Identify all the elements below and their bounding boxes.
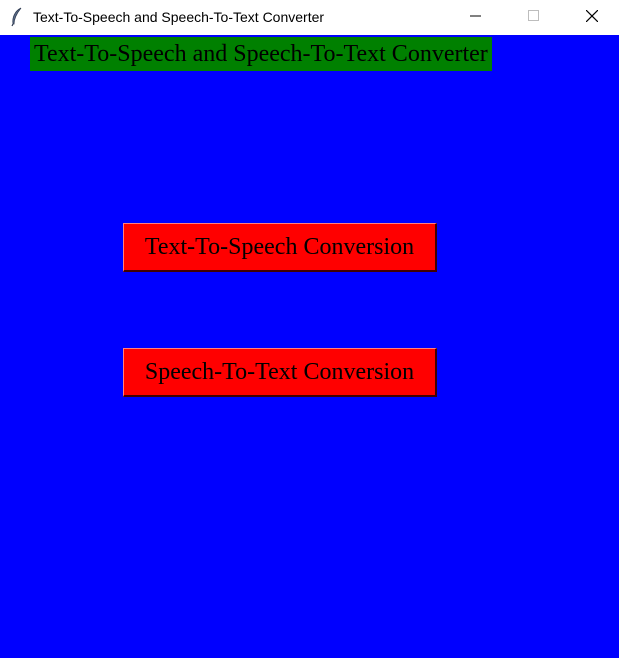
speech-to-text-button[interactable]: Speech-To-Text Conversion [123,348,437,397]
page-title: Text-To-Speech and Speech-To-Text Conver… [30,37,492,71]
title-bar[interactable]: Text-To-Speech and Speech-To-Text Conver… [0,0,619,35]
feather-icon [9,7,25,27]
close-button[interactable] [569,0,615,35]
close-icon [585,9,599,26]
minimize-icon [470,10,482,26]
maximize-icon [528,9,540,26]
app-window: Text-To-Speech and Speech-To-Text Conver… [0,0,619,658]
window-title: Text-To-Speech and Speech-To-Text Conver… [33,9,325,25]
maximize-button[interactable] [511,0,557,35]
text-to-speech-button[interactable]: Text-To-Speech Conversion [123,223,437,272]
main-panel: Text-To-Speech and Speech-To-Text Conver… [0,35,619,658]
minimize-button[interactable] [453,0,499,35]
